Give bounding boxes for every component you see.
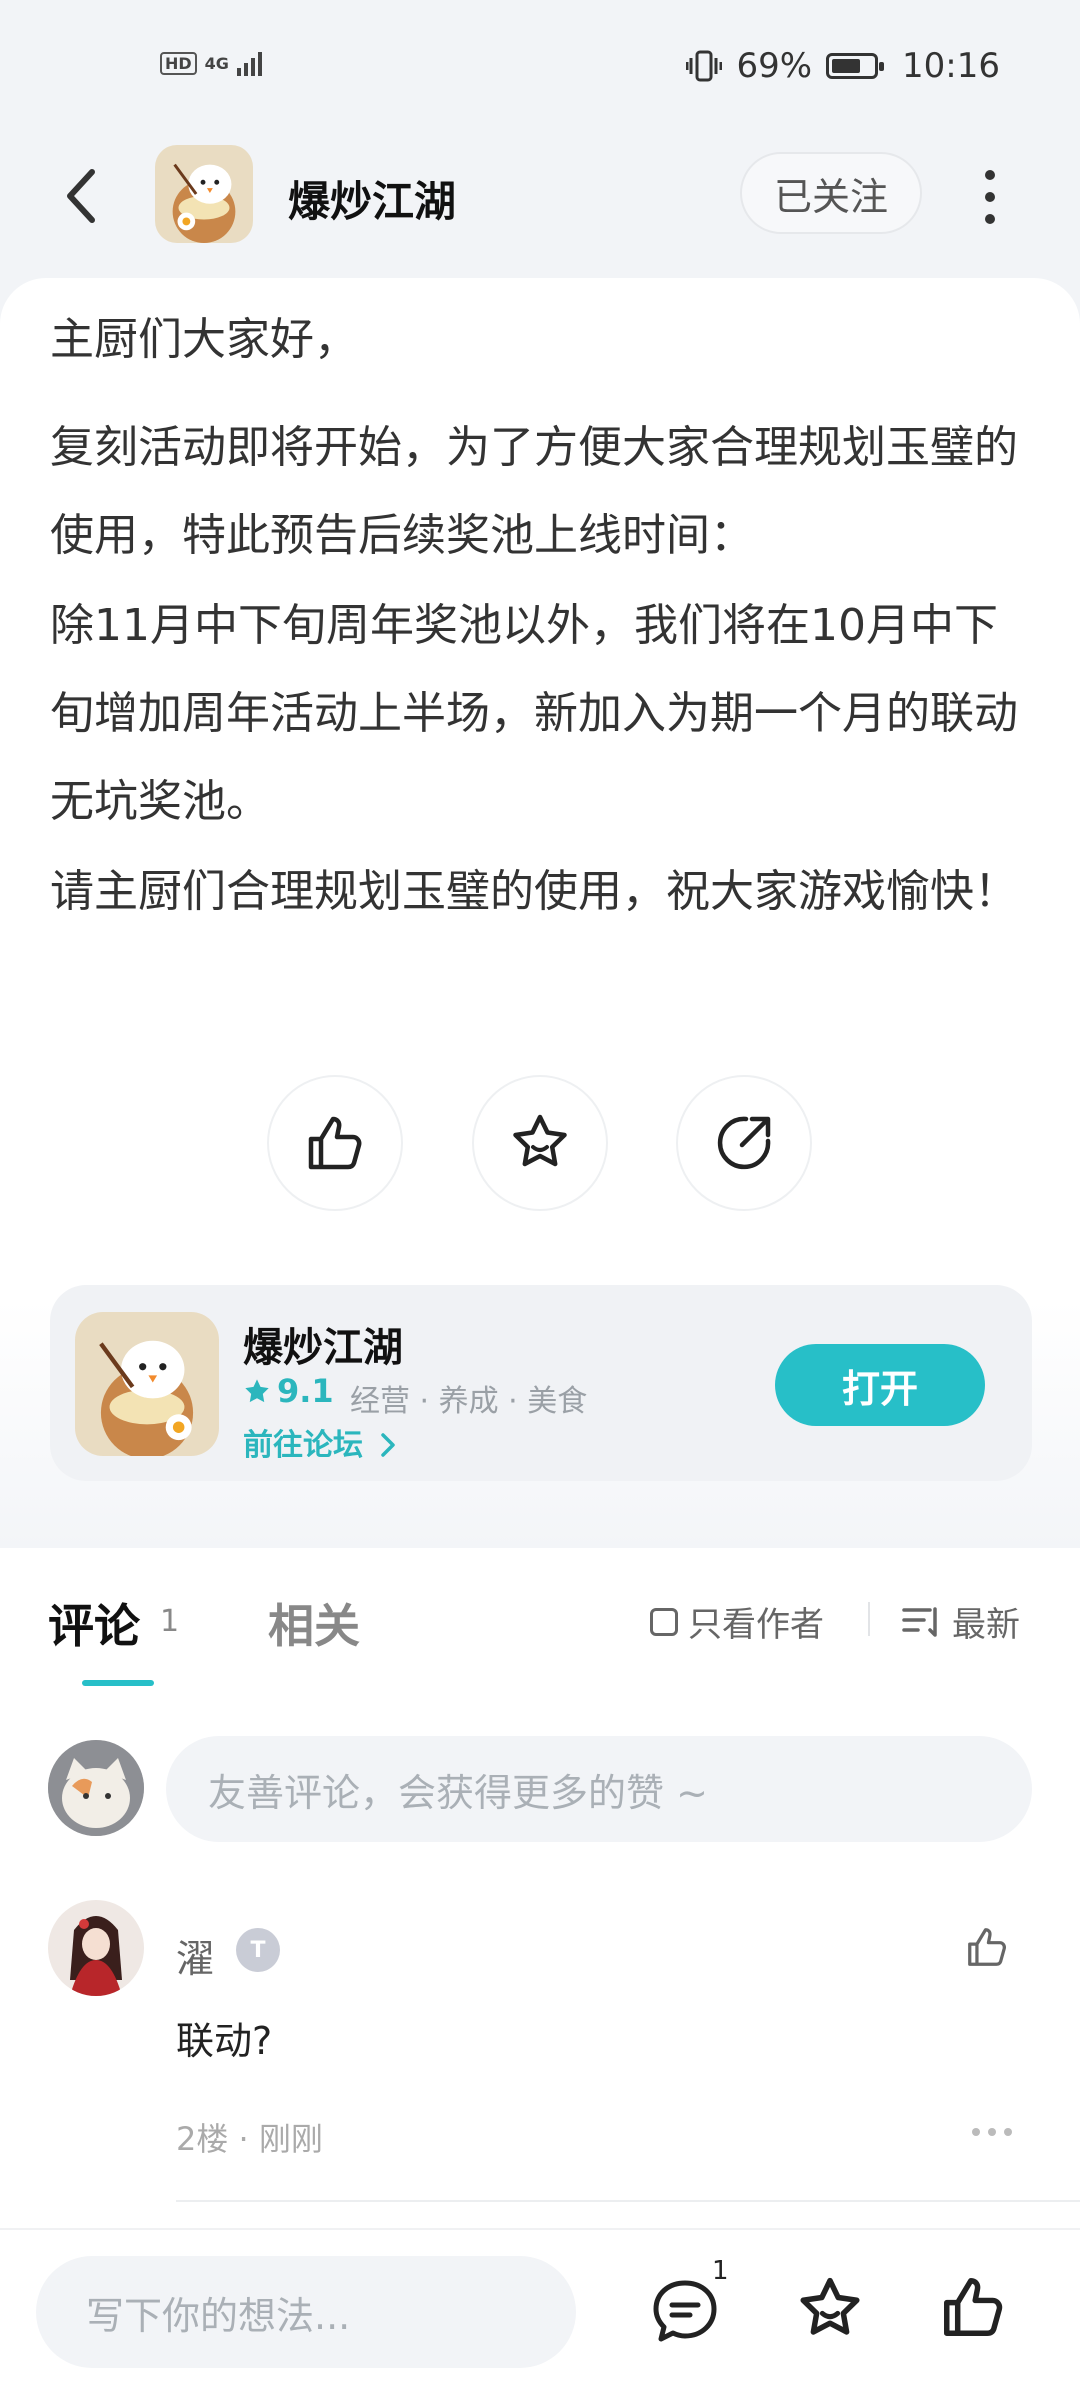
commenter-avatar[interactable] xyxy=(48,1900,144,1996)
share-post-button[interactable] xyxy=(676,1075,812,1211)
comment-icon[interactable] xyxy=(650,2277,720,2347)
divider xyxy=(868,1602,870,1636)
user-level-badge: T xyxy=(236,1928,280,1972)
app-card-name: 爆炒江湖 xyxy=(243,1325,403,1371)
post-paragraph: 请主厨们合理规划玉璧的使用，祝大家游戏愉快！ xyxy=(50,866,1018,917)
signal-icon xyxy=(236,50,262,76)
more-options-icon[interactable] xyxy=(982,170,998,224)
comment-meta: 2楼 · 刚刚 xyxy=(176,2120,323,2158)
comment-divider xyxy=(176,2200,1080,2202)
battery-percent: 69% xyxy=(736,46,813,86)
back-arrow-icon[interactable] xyxy=(60,166,104,226)
like-icon[interactable] xyxy=(938,2272,1008,2342)
share-icon xyxy=(717,1116,771,1170)
open-app-button[interactable]: 打开 xyxy=(775,1344,985,1426)
post-paragraph: 除11月中下旬周年奖池以外，我们将在10月中下旬增加周年活动上半场，新加入为期一… xyxy=(50,600,1018,827)
sort-button[interactable]: 最新 xyxy=(902,1597,1020,1646)
network-type: 4G xyxy=(204,53,229,73)
app-icon[interactable] xyxy=(155,145,253,243)
rating-value: 9.1 xyxy=(277,1372,334,1410)
rating-star-icon xyxy=(245,1379,269,1403)
comments-section xyxy=(0,1548,1080,2228)
comment-text: 联动? xyxy=(176,2019,273,2063)
hd-icon: HD xyxy=(160,51,197,75)
network-indicator: HD 4G xyxy=(160,50,262,76)
comment-count-badge: 1 xyxy=(712,2256,729,2286)
page-title: 爆炒江湖 xyxy=(288,177,457,226)
post-paragraph: 复刻活动即将开始，为了方便大家合理规划玉璧的使用，特此预告后续奖池上线时间： xyxy=(50,422,1018,561)
sort-icon xyxy=(902,1606,937,1637)
vibrate-icon xyxy=(686,50,723,82)
clock: 10:16 xyxy=(902,46,1000,86)
favorite-icon[interactable] xyxy=(795,2274,865,2344)
sort-label: 最新 xyxy=(952,1605,1020,1645)
comment-like-icon[interactable] xyxy=(964,1924,1010,1970)
favorite-post-button[interactable] xyxy=(472,1075,608,1211)
thumbs-up-icon xyxy=(308,1116,362,1170)
like-post-button[interactable] xyxy=(267,1075,403,1211)
post-paragraph: 主厨们大家好， xyxy=(50,314,358,365)
only-author-label: 只看作者 xyxy=(688,1605,824,1645)
comments-count: 1 xyxy=(160,1604,180,1639)
comment-username[interactable]: 濯 xyxy=(176,1928,214,1983)
app-rating: 9.1 xyxy=(243,1372,334,1410)
forum-link[interactable]: 前往论坛 xyxy=(243,1420,399,1464)
only-author-filter[interactable]: 只看作者 xyxy=(650,1597,824,1646)
write-comment-input[interactable]: 写下你的想法... xyxy=(36,2256,576,2368)
my-avatar[interactable] xyxy=(48,1740,144,1836)
app-tags: 经营 · 养成 · 美食 xyxy=(350,1384,588,1419)
checkbox-icon[interactable] xyxy=(650,1607,678,1636)
battery-icon xyxy=(826,53,885,79)
star-icon xyxy=(513,1114,567,1167)
chevron-right-icon xyxy=(381,1433,396,1457)
forum-link-label: 前往论坛 xyxy=(243,1428,363,1463)
comment-input[interactable]: 友善评论，会获得更多的赞 ~ xyxy=(166,1736,1032,1842)
tab-related[interactable]: 相关 xyxy=(268,1590,360,1656)
follow-button[interactable]: 已关注 xyxy=(740,152,922,234)
comment-more-icon[interactable] xyxy=(972,2128,1012,2136)
active-tab-indicator xyxy=(82,1680,154,1686)
status-right: 69% 10:16 xyxy=(686,46,1000,86)
app-card-icon[interactable] xyxy=(75,1312,219,1456)
tab-comments[interactable]: 评论 xyxy=(48,1590,140,1656)
